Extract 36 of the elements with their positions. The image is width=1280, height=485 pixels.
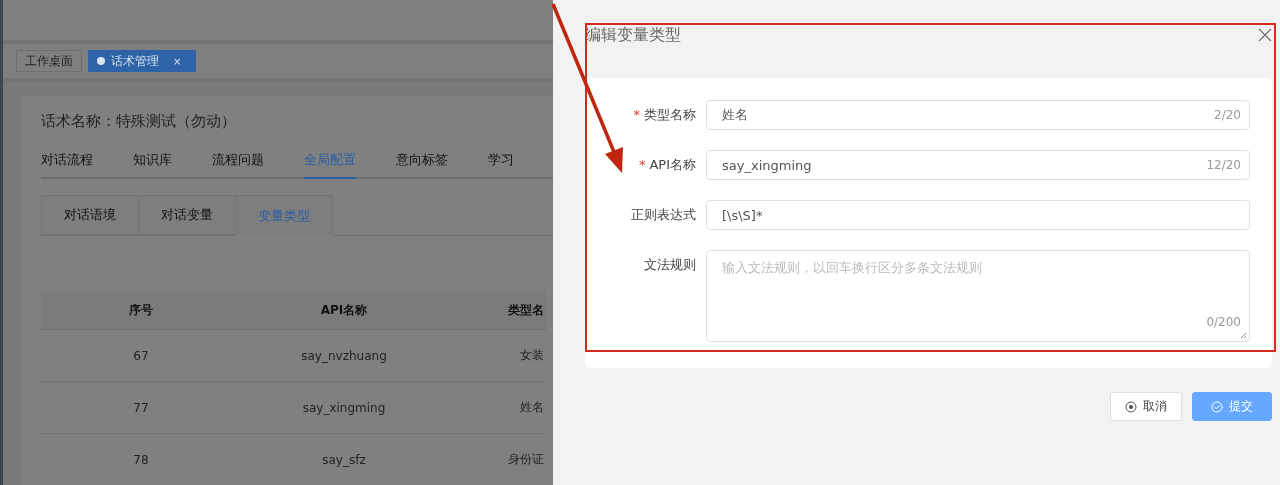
- table-cell: say_sfz: [241, 433, 447, 485]
- input-field[interactable]: [\s\S]*: [706, 200, 1250, 230]
- workspace-tab[interactable]: 话术管理 ×: [88, 50, 197, 72]
- table-cell: say_xingming: [241, 381, 447, 434]
- text-area[interactable]: 输入文法规则，以回车换行区分多条文法规则 0/200: [706, 250, 1250, 342]
- table-cell: 女装: [447, 329, 546, 382]
- workspace-tab[interactable]: 工作桌面: [16, 50, 82, 72]
- table-cell: 身份证: [447, 433, 546, 485]
- sub-tab[interactable]: 对话语境: [41, 195, 138, 235]
- nav-tab[interactable]: 对话流程: [41, 151, 93, 179]
- sub-tab[interactable]: 对话变量: [138, 195, 235, 235]
- submit-button[interactable]: 提交: [1192, 392, 1272, 421]
- input-field[interactable]: say_xingming 12/20: [706, 150, 1250, 180]
- table-cell: 77: [41, 381, 241, 434]
- column-header: API名称: [241, 291, 447, 330]
- cancel-button[interactable]: 取消: [1110, 392, 1182, 421]
- column-header: 序号: [41, 291, 241, 330]
- field-label: * 类型名称: [632, 106, 697, 124]
- close-icon[interactable]: [1258, 28, 1272, 42]
- nav-tab[interactable]: 意向标签: [396, 151, 448, 179]
- table-cell: say_nvzhuang: [241, 329, 447, 382]
- resize-grip-icon[interactable]: [1240, 332, 1247, 339]
- script-title: 话术名称：特殊测试（勿动）: [41, 112, 237, 131]
- field-label: 正则表达式: [630, 206, 697, 224]
- input-field[interactable]: 姓名 2/20: [706, 100, 1250, 130]
- table-cell: 姓名: [447, 381, 546, 434]
- table-cell: 67: [41, 329, 241, 382]
- field-label: * API名称: [637, 156, 697, 174]
- table-cell: 78: [41, 433, 241, 485]
- field-label: 文法规则: [643, 256, 697, 274]
- nav-tab[interactable]: 学习: [488, 151, 514, 179]
- column-header: 类型名: [447, 291, 546, 330]
- close-circle-icon: [1125, 400, 1137, 413]
- nav-tab[interactable]: 知识库: [133, 151, 172, 179]
- check-circle-icon: [1211, 400, 1223, 413]
- nav-tab[interactable]: 流程问题: [212, 151, 264, 179]
